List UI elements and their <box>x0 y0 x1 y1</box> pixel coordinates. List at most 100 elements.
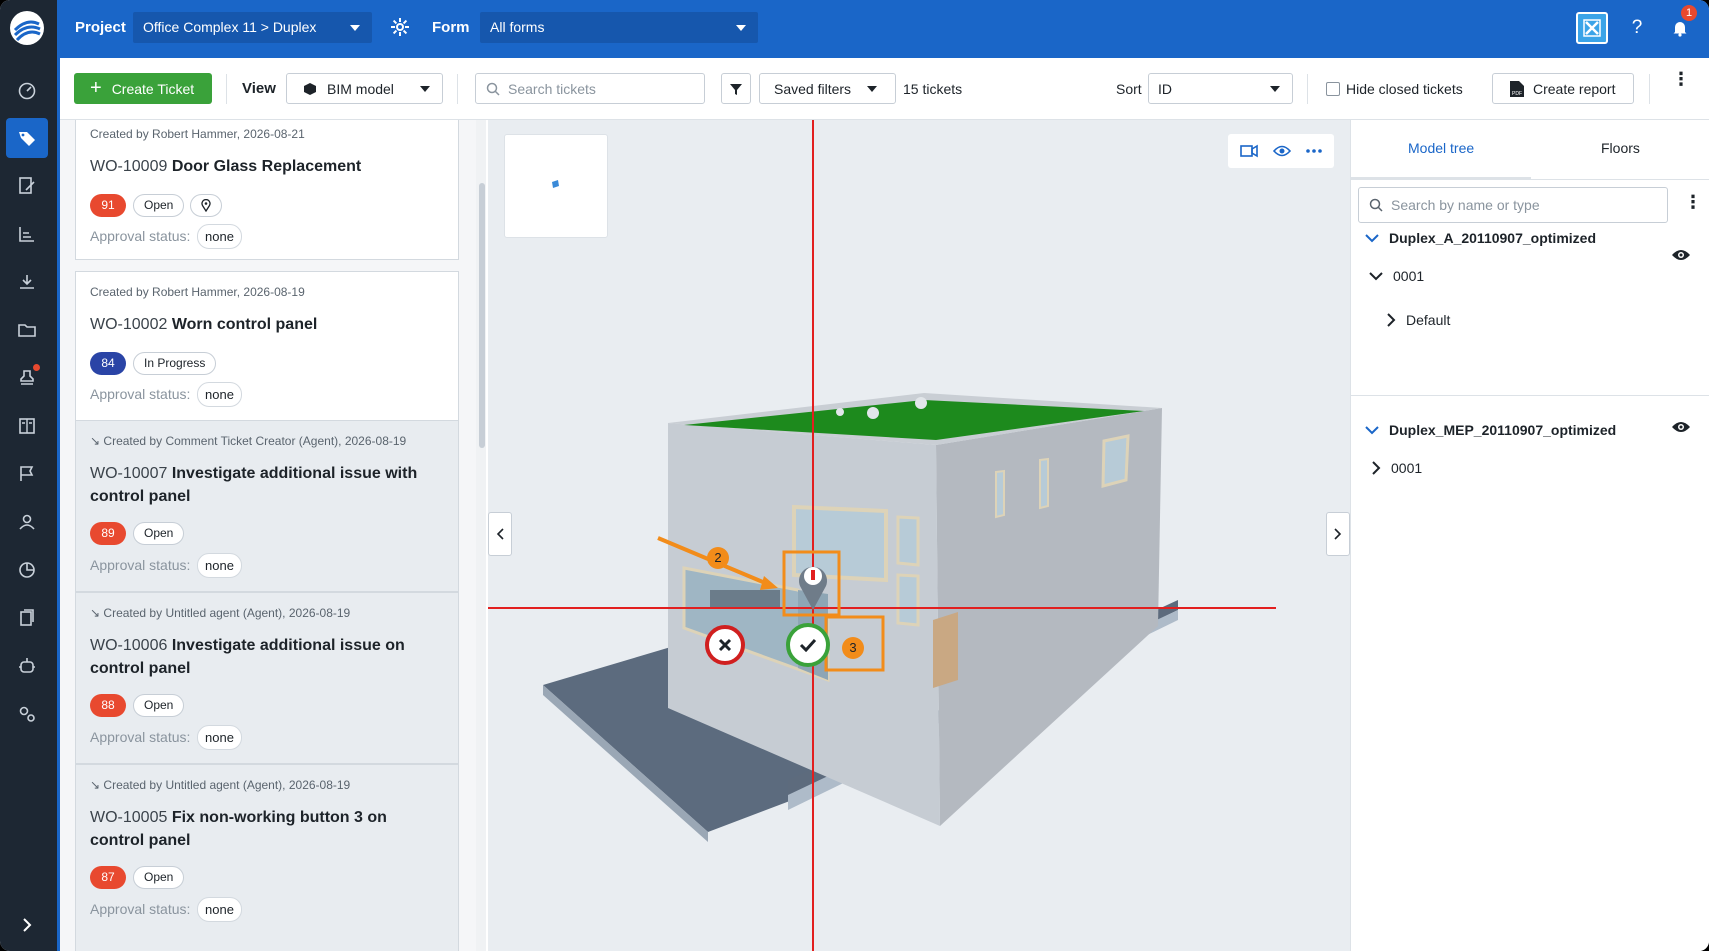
roof-vent <box>915 397 927 409</box>
top-header: Project Office Complex 11 > Duplex Form … <box>60 0 1709 58</box>
tree-node-label: Default <box>1406 312 1451 328</box>
check-icon <box>799 638 817 652</box>
cancel-placement-button[interactable] <box>705 625 745 665</box>
tree-node-default[interactable]: Default <box>1386 312 1450 328</box>
ticket-meta: ↘ Created by Comment Ticket Creator (Age… <box>90 434 406 448</box>
pdf-file-icon: PDF <box>1510 80 1524 97</box>
approval-value: none <box>197 897 242 922</box>
create-ticket-button[interactable]: + Create Ticket <box>74 73 212 104</box>
saved-filters-label: Saved filters <box>774 80 852 97</box>
ticket-meta: Created by Robert Hammer, 2026-08-21 <box>90 127 305 141</box>
approval-value: none <box>197 382 242 407</box>
tab-underline <box>1351 177 1531 179</box>
help-icon[interactable]: ? <box>1621 12 1653 44</box>
tree-node-duplex-a[interactable]: Duplex_A_20110907_optimized <box>1365 230 1596 246</box>
ticket-title: WO-10005 Fix non-working button 3 on con… <box>90 806 440 852</box>
search-tickets-input[interactable]: Search tickets <box>475 73 705 104</box>
priority-badge: 91 <box>90 194 126 217</box>
step-marker-3: 3 <box>842 637 864 659</box>
tab-model-tree[interactable]: Model tree <box>1408 140 1474 156</box>
ticket-count: 15 tickets <box>903 81 963 97</box>
tree-divider <box>1351 395 1709 396</box>
tree-node-duplex-mep[interactable]: Duplex_MEP_20110907_optimized <box>1365 422 1616 438</box>
view-dropdown[interactable]: BIM model <box>286 73 443 104</box>
pie-chart-icon[interactable] <box>6 550 48 590</box>
dalux-logo-icon[interactable] <box>9 10 45 46</box>
visibility-eye-icon[interactable] <box>1272 144 1291 158</box>
ticket-meta-text: Created by Comment Ticket Creator (Agent… <box>103 434 407 448</box>
view-label: View <box>242 80 276 97</box>
tree-node-label: Duplex_A_20110907_optimized <box>1389 230 1596 246</box>
chevron-down-icon <box>1365 426 1379 435</box>
camera-icon[interactable] <box>1239 144 1258 158</box>
window-upper-narrow <box>896 573 920 627</box>
bim-model-render[interactable] <box>488 120 1350 951</box>
ticket-card-child[interactable]: ↘ Created by Comment Ticket Creator (Age… <box>75 420 459 592</box>
search-tickets-placeholder: Search tickets <box>508 80 596 97</box>
ticket-card[interactable]: Created by Robert Hammer, 2026-08-21 WO-… <box>75 120 459 260</box>
person-icon[interactable] <box>6 502 48 542</box>
ticket-toolbar: + Create Ticket View BIM model Search ti… <box>60 58 1709 120</box>
documents-icon[interactable] <box>6 598 48 638</box>
settings-gears-icon[interactable] <box>6 694 48 734</box>
book-icon[interactable] <box>6 406 48 446</box>
ticket-card-child[interactable]: ↘ Created by Untitled agent (Agent), 202… <box>75 592 459 764</box>
project-dropdown[interactable]: Office Complex 11 > Duplex <box>133 12 372 43</box>
collapse-left-panel-button[interactable] <box>488 512 512 556</box>
apps-switcher-icon[interactable] <box>1576 12 1608 44</box>
flag-icon[interactable] <box>6 454 48 494</box>
location-pin-icon[interactable] <box>190 194 222 217</box>
tickets-tag-icon[interactable] <box>6 118 48 158</box>
approval-value: none <box>197 725 242 750</box>
model-search-input[interactable]: Search by name or type <box>1358 187 1668 223</box>
dashboard-icon[interactable] <box>6 71 48 111</box>
visibility-eye-icon[interactable] <box>1671 248 1691 262</box>
approval-value: none <box>197 224 242 249</box>
toolbar-divider <box>226 74 227 104</box>
more-options-icon[interactable]: ⋮ <box>1672 70 1690 88</box>
robot-icon[interactable] <box>6 646 48 686</box>
more-horizontal-icon[interactable] <box>1306 149 1323 153</box>
form-dropdown[interactable]: All forms <box>480 12 758 43</box>
ticket-list-scroll-thumb[interactable] <box>479 183 485 448</box>
download-icon[interactable] <box>6 262 48 302</box>
chevron-right-icon <box>1372 461 1381 475</box>
hide-closed-label[interactable]: Hide closed tickets <box>1346 81 1463 97</box>
gear-icon[interactable] <box>390 17 410 42</box>
status-badge: Open <box>133 522 185 545</box>
hide-closed-checkbox[interactable] <box>1326 82 1340 96</box>
chevron-down-icon <box>420 86 430 92</box>
sort-dropdown[interactable]: ID <box>1148 73 1293 104</box>
minimap[interactable] <box>504 134 608 238</box>
bim-viewport[interactable]: 2 3 <box>488 120 1350 951</box>
left-nav-rail <box>0 0 57 951</box>
chevron-down-icon <box>1369 272 1383 281</box>
sub-ticket-arrow-icon: ↘ <box>90 434 101 448</box>
tree-node-duplex-a-0001[interactable]: 0001 <box>1369 268 1424 284</box>
ticket-meta-text: Created by Untitled agent (Agent), 2026-… <box>103 606 351 620</box>
chevron-down-icon <box>1365 234 1379 243</box>
window-right <box>1101 434 1130 488</box>
filter-button[interactable] <box>721 73 751 104</box>
ticket-meta: Created by Robert Hammer, 2026-08-19 <box>90 285 305 299</box>
folder-icon[interactable] <box>6 310 48 350</box>
collapse-right-panel-button[interactable] <box>1326 512 1350 556</box>
ticket-card[interactable]: Created by Robert Hammer, 2026-08-19 WO-… <box>75 271 459 421</box>
create-report-button[interactable]: PDF Create report <box>1492 73 1634 104</box>
visibility-eye-icon[interactable] <box>1671 420 1691 434</box>
ticket-title-text: Worn control panel <box>171 316 318 333</box>
forms-edit-icon[interactable] <box>6 166 48 206</box>
plus-icon: + <box>90 76 102 99</box>
chart-icon[interactable] <box>6 214 48 254</box>
expand-rail-icon[interactable] <box>6 905 48 945</box>
chevron-right-icon <box>1387 313 1396 327</box>
ticket-card-child[interactable]: ↘ Created by Untitled agent (Agent), 202… <box>75 764 459 951</box>
saved-filters-dropdown[interactable]: Saved filters <box>759 73 896 104</box>
stamp-icon[interactable] <box>6 358 48 398</box>
confirm-placement-button[interactable] <box>786 623 830 667</box>
more-options-icon[interactable]: ⋮ <box>1684 192 1702 213</box>
tab-floors[interactable]: Floors <box>1601 140 1640 156</box>
tree-node-duplex-mep-0001[interactable]: 0001 <box>1371 460 1422 476</box>
window-upper-narrow <box>896 515 920 567</box>
priority-badge: 84 <box>90 352 126 375</box>
